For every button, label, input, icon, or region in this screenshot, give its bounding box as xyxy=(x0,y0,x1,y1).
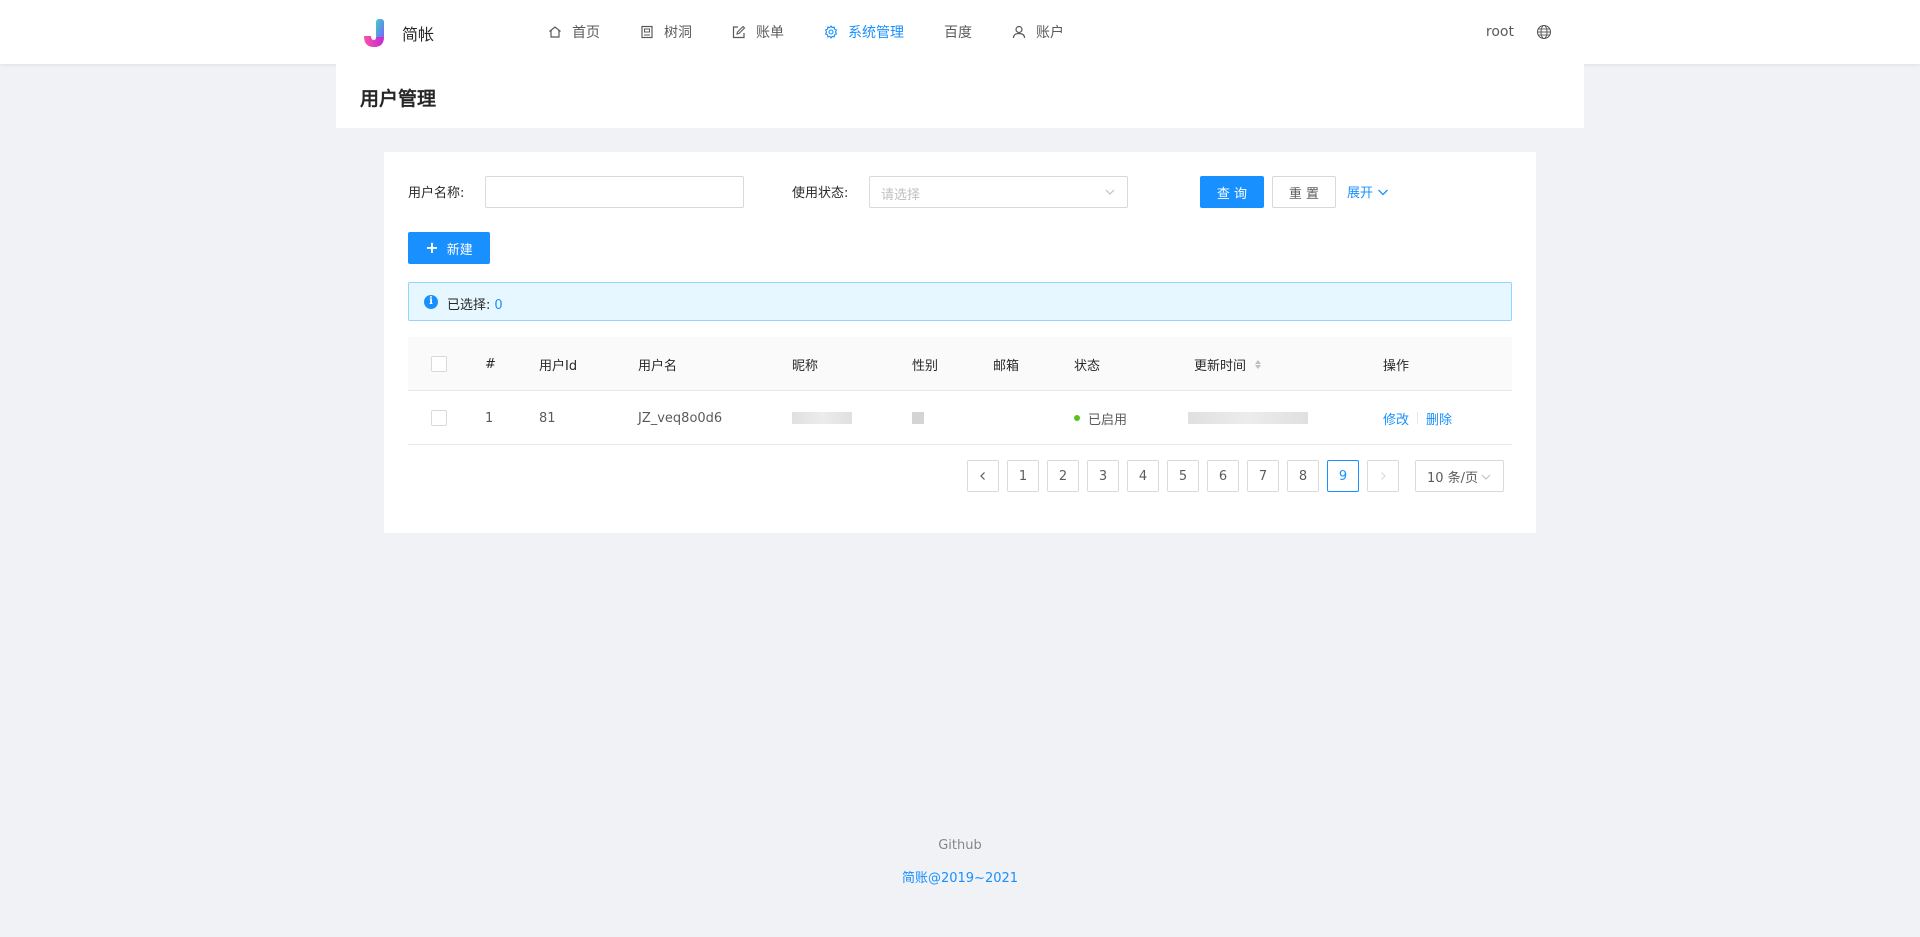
col-actions: 操作 xyxy=(1383,358,1410,374)
nav-item-baidu[interactable]: 百度 xyxy=(924,0,992,64)
nav-label: 百度 xyxy=(944,25,972,41)
home-icon xyxy=(548,25,562,39)
footer: Github 简账@2019~2021 xyxy=(0,838,1920,886)
prev-page-button[interactable] xyxy=(967,460,999,492)
header-right: root xyxy=(1486,0,1552,64)
chevron-right-icon xyxy=(1381,472,1386,480)
new-label: 新建 xyxy=(446,242,473,258)
row-user-id: 81 xyxy=(539,410,556,426)
row-status: 已启用 xyxy=(1074,391,1127,445)
selected-label: 已选择: xyxy=(447,298,491,313)
next-page-button[interactable] xyxy=(1367,460,1399,492)
chevron-down-icon xyxy=(1481,474,1491,480)
row-username: JZ_veq8o0d6 xyxy=(638,410,723,426)
nav-label: 首页 xyxy=(572,25,600,41)
nav-item-system[interactable]: 系统管理 xyxy=(804,0,924,66)
selection-alert: i 已选择: 0 xyxy=(408,282,1512,321)
row-checkbox[interactable] xyxy=(431,391,447,445)
status-placeholder: 请选择 xyxy=(881,188,921,203)
page-4[interactable]: 4 xyxy=(1127,460,1159,492)
username-input[interactable] xyxy=(485,176,744,208)
top-header: 简帐 首页 树洞 账单 系统管理 百度 账户 root xyxy=(0,0,1920,66)
col-status: 状态 xyxy=(1074,358,1101,374)
delete-link[interactable]: 删除 xyxy=(1426,409,1452,428)
col-username: 用户名 xyxy=(638,358,678,374)
page-1[interactable]: 1 xyxy=(1007,460,1039,492)
logo-icon xyxy=(360,18,390,48)
row-nickname-redacted xyxy=(792,391,852,445)
query-button[interactable]: 查 询 xyxy=(1200,176,1264,208)
user-table: # 用户Id 用户名 昵称 性别 邮箱 状态 更新时间 操作 1 81 JZ_v… xyxy=(408,337,1512,445)
row-actions: 修改 删除 xyxy=(1383,391,1452,445)
chevron-left-icon xyxy=(980,472,985,480)
chevron-down-icon xyxy=(1378,189,1388,195)
row-index: 1 xyxy=(485,410,494,426)
page-2[interactable]: 2 xyxy=(1047,460,1079,492)
reset-button[interactable]: 重 置 xyxy=(1272,176,1336,208)
sort-icon[interactable] xyxy=(1255,359,1262,369)
expand-toggle[interactable]: 展开 xyxy=(1347,182,1389,201)
new-button[interactable]: + 新建 xyxy=(408,232,490,264)
nav-item-bills[interactable]: 账单 xyxy=(712,0,804,64)
tree-hole-icon xyxy=(640,25,654,39)
nav-item-account[interactable]: 账户 xyxy=(992,0,1084,64)
selected-count: 0 xyxy=(494,298,503,313)
action-divider xyxy=(1417,412,1419,424)
globe-icon[interactable] xyxy=(1536,24,1552,40)
nav-label: 账单 xyxy=(756,25,784,41)
row-gender-redacted xyxy=(912,391,924,445)
nav-label: 系统管理 xyxy=(848,25,904,41)
page-6[interactable]: 6 xyxy=(1207,460,1239,492)
status-label: 使用状态: xyxy=(792,186,849,201)
edit-icon xyxy=(732,25,746,39)
col-index: # xyxy=(485,356,496,372)
page-3[interactable]: 3 xyxy=(1087,460,1119,492)
expand-label: 展开 xyxy=(1347,186,1374,201)
edit-link[interactable]: 修改 xyxy=(1383,409,1409,428)
col-user-id: 用户Id xyxy=(539,358,578,374)
page-size-select[interactable]: 10 条/页 xyxy=(1415,460,1504,492)
select-all-checkbox[interactable] xyxy=(431,337,447,391)
page-7[interactable]: 7 xyxy=(1247,460,1279,492)
content-card: 用户名称: 使用状态: 请选择 查 询 重 置 展开 + 新建 i 已选择: 0 … xyxy=(384,152,1536,533)
page-size-label: 10 条/页 xyxy=(1427,470,1479,486)
col-updated[interactable]: 更新时间 xyxy=(1194,337,1262,391)
logo[interactable]: 简帐 xyxy=(360,18,434,48)
nav-label: 树洞 xyxy=(664,25,692,41)
info-icon: i xyxy=(424,295,438,309)
search-form: 用户名称: 使用状态: 请选择 查 询 重 置 展开 xyxy=(408,176,1512,208)
nav-label: 账户 xyxy=(1036,25,1064,41)
page-header: 用户管理 xyxy=(336,64,1584,128)
user-icon xyxy=(1012,25,1026,39)
chevron-down-icon xyxy=(1105,189,1115,195)
col-nickname: 昵称 xyxy=(792,358,819,374)
page-8[interactable]: 8 xyxy=(1287,460,1319,492)
table-row: 1 81 JZ_veq8o0d6 已启用 修改 删除 xyxy=(408,391,1512,445)
main-nav: 首页 树洞 账单 系统管理 百度 账户 xyxy=(528,0,1084,66)
page-5[interactable]: 5 xyxy=(1167,460,1199,492)
user-name[interactable]: root xyxy=(1486,24,1514,40)
row-updated-redacted xyxy=(1188,391,1308,445)
nav-item-home[interactable]: 首页 xyxy=(528,0,620,64)
row-status-label: 已启用 xyxy=(1088,412,1128,428)
col-updated-label: 更新时间 xyxy=(1194,358,1247,374)
page-9[interactable]: 9 xyxy=(1327,460,1359,492)
status-dot-icon xyxy=(1074,415,1080,421)
col-email: 邮箱 xyxy=(993,358,1020,374)
alert-text: 已选择: 0 xyxy=(447,294,503,313)
github-link[interactable]: Github xyxy=(0,838,1920,853)
status-select[interactable]: 请选择 xyxy=(869,176,1128,208)
col-gender: 性别 xyxy=(912,358,939,374)
setting-icon xyxy=(824,25,838,39)
table-header: # 用户Id 用户名 昵称 性别 邮箱 状态 更新时间 操作 xyxy=(408,337,1512,391)
app-name: 简帐 xyxy=(402,25,435,44)
page-title: 用户管理 xyxy=(360,88,437,110)
username-label: 用户名称: xyxy=(408,186,465,201)
plus-icon: + xyxy=(425,238,439,257)
nav-item-tree-hole[interactable]: 树洞 xyxy=(620,0,712,64)
copyright[interactable]: 简账@2019~2021 xyxy=(0,867,1920,886)
